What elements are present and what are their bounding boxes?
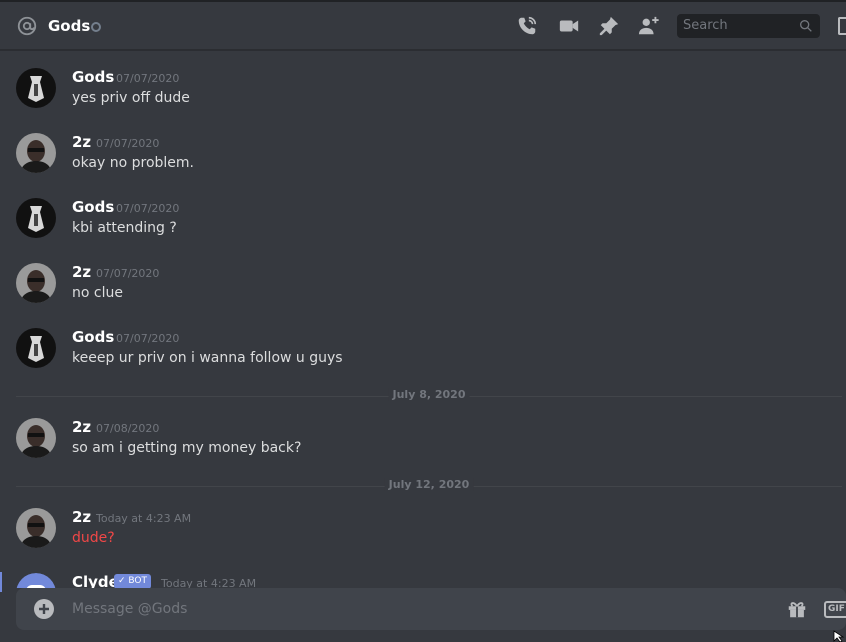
gods-avatar-icon <box>16 68 56 108</box>
avatar-2z[interactable] <box>16 508 56 548</box>
message-author[interactable]: 2z <box>72 508 91 526</box>
2z-avatar-icon <box>16 508 56 548</box>
2z-avatar-icon <box>16 418 56 458</box>
message-content: kbi attending ? <box>72 220 177 236</box>
message-content: no clue <box>72 285 123 301</box>
message: Clyde ✓ BOT Today at 4:23 AM <box>0 573 846 588</box>
message-timestamp: 07/07/2020 <box>116 332 180 345</box>
message-author[interactable]: Gods <box>72 198 114 216</box>
avatar-2z[interactable] <box>16 418 56 458</box>
gif-picker-button[interactable]: GIF <box>824 601 846 618</box>
message-author[interactable]: 2z <box>72 133 91 151</box>
2z-avatar-icon <box>16 133 56 173</box>
message-timestamp: 07/07/2020 <box>116 72 180 85</box>
message-content: okay no problem. <box>72 155 195 171</box>
add-friends-to-dm-icon[interactable] <box>638 15 660 37</box>
message-author[interactable]: Gods <box>72 68 114 86</box>
start-voice-call-icon[interactable] <box>516 15 538 37</box>
mouse-cursor-icon <box>833 630 845 642</box>
start-video-call-icon[interactable] <box>558 15 580 37</box>
message-timestamp: Today at 4:23 AM <box>161 577 257 588</box>
bot-tag: ✓ BOT <box>114 574 151 588</box>
message-author[interactable]: Clyde <box>72 573 119 588</box>
message-timestamp: Today at 4:23 AM <box>96 512 192 525</box>
search-input[interactable]: Search <box>677 14 820 38</box>
plus-icon <box>39 604 49 614</box>
message-content: so am i getting my money back? <box>72 440 302 456</box>
gods-avatar-icon <box>16 198 56 238</box>
date-divider: July 8, 2020 <box>16 388 842 401</box>
offline-status-icon <box>91 22 101 32</box>
gift-icon[interactable] <box>786 598 808 620</box>
avatar-gods[interactable] <box>16 68 56 108</box>
date-divider-label: July 12, 2020 <box>384 478 474 491</box>
message-author[interactable]: Gods <box>72 328 114 346</box>
message-timestamp: 07/08/2020 <box>96 422 160 435</box>
search-icon <box>800 19 812 32</box>
avatar-2z[interactable] <box>16 133 56 173</box>
message-timestamp: 07/07/2020 <box>96 137 160 150</box>
clyde-avatar-icon <box>16 573 56 588</box>
date-divider-label: July 8, 2020 <box>388 388 470 401</box>
message-timestamp: 07/07/2020 <box>96 267 160 280</box>
message-content: yes priv off dude <box>72 90 190 106</box>
message-content: keeep ur priv on i wanna follow u guys <box>72 350 343 366</box>
upload-button[interactable] <box>34 599 54 619</box>
avatar-clyde[interactable] <box>16 573 56 588</box>
avatar-gods[interactable] <box>16 328 56 368</box>
message-input-placeholder[interactable]: Message @Gods <box>72 601 187 617</box>
channel-title: Gods <box>48 17 91 35</box>
at-sign-icon <box>17 16 37 36</box>
message-composer[interactable]: Message @Gods GIF <box>16 588 846 630</box>
2z-avatar-icon <box>16 263 56 303</box>
message-author[interactable]: 2z <box>72 418 91 436</box>
avatar-2z[interactable] <box>16 263 56 303</box>
top-bar: Gods Search <box>0 0 846 50</box>
avatar-gods[interactable] <box>16 198 56 238</box>
failed-message-content: dude? <box>72 530 115 546</box>
inbox-icon[interactable] <box>838 17 846 35</box>
date-divider: July 12, 2020 <box>16 478 842 491</box>
message-timestamp: 07/07/2020 <box>116 202 180 215</box>
search-placeholder: Search <box>683 18 728 33</box>
gods-avatar-icon <box>16 328 56 368</box>
message-author[interactable]: 2z <box>72 263 91 281</box>
pinned-messages-icon[interactable] <box>598 15 620 37</box>
